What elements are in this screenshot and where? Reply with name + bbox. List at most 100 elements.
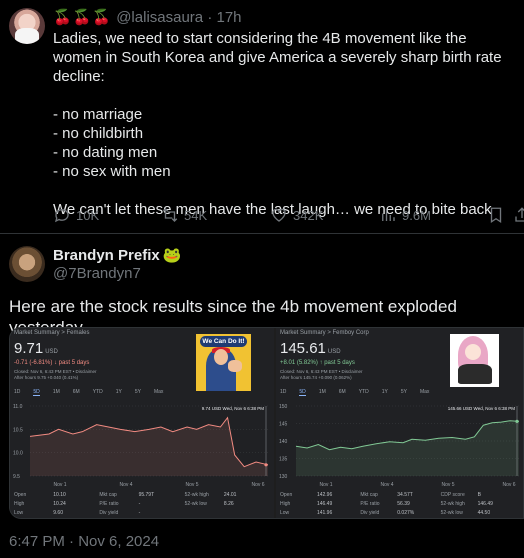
x-tick-label: Nov 5 bbox=[185, 482, 198, 488]
stat-value: B bbox=[477, 491, 481, 498]
stat-label: 52-wk high bbox=[440, 500, 465, 507]
y-tick-label: 140 bbox=[279, 439, 288, 445]
stat-label: 52-wk low bbox=[440, 509, 463, 516]
bookmark-button[interactable] bbox=[487, 206, 505, 224]
range-tab-1y[interactable]: 1Y bbox=[382, 389, 388, 396]
reply-author-name[interactable]: Brandyn Prefix 🐸 bbox=[53, 246, 182, 265]
range-tab-1d[interactable]: 1D bbox=[280, 389, 286, 396]
stat-value: 9.60 bbox=[53, 509, 63, 516]
range-tab-5y[interactable]: 5Y bbox=[135, 389, 141, 396]
stat-label: Div yield bbox=[360, 509, 380, 516]
range-tabs: 1D 5D 1M 6M YTD 1Y 5Y Max bbox=[14, 389, 163, 396]
range-tab-ytd[interactable]: YTD bbox=[93, 389, 103, 396]
y-tick-label: 145 bbox=[279, 422, 288, 428]
stat-value: 44.50 bbox=[477, 509, 491, 516]
range-tab-5d[interactable]: 5D bbox=[33, 389, 40, 396]
hover-point bbox=[264, 463, 268, 467]
x-tick-label: Nov 4 bbox=[119, 482, 132, 488]
frog-emoji: 🐸 bbox=[162, 247, 182, 264]
anime-outfit bbox=[458, 364, 492, 384]
stat-value: 146.49 bbox=[477, 500, 493, 507]
range-tab-1y[interactable]: 1Y bbox=[116, 389, 122, 396]
attached-image[interactable]: Market Summary > Females 9.71 USD -0.71 (… bbox=[9, 327, 524, 519]
series-area bbox=[30, 417, 268, 476]
price-value: 9.71 bbox=[14, 340, 44, 357]
stat-label: P/E ratio bbox=[99, 500, 119, 507]
reply-timestamp[interactable]: 6:47 PM · Nov 6, 2024 bbox=[9, 533, 159, 550]
stat-label: 52-wk high bbox=[184, 491, 209, 498]
y-tick-label: 11.0 bbox=[13, 404, 23, 410]
reply-author-avatar[interactable] bbox=[9, 246, 45, 282]
stat-cell: CDP score B bbox=[441, 492, 521, 498]
views-chart-icon bbox=[382, 209, 395, 221]
range-tab-6m[interactable]: 6M bbox=[73, 389, 80, 396]
repost-count: 54K bbox=[184, 207, 208, 223]
stat-label: Mkt cap bbox=[360, 491, 378, 498]
x-tick-label: Nov 6 bbox=[251, 482, 264, 488]
stat-value: 34.57T bbox=[397, 491, 413, 498]
reply-button[interactable]: 10K bbox=[53, 206, 99, 224]
stat-value: 24.01 bbox=[223, 491, 237, 498]
stat-value: 141.96 bbox=[316, 509, 333, 516]
tweet-actions: 10K 54K 342K 9.6M bbox=[53, 206, 524, 226]
price-change: +8.01 (5.82%) ↑ past 5 days bbox=[280, 360, 355, 366]
stats-table: Open 10.10 Mkt cap 95.79T 52-wk high 24.01 Hig… bbox=[14, 490, 270, 517]
heart-icon bbox=[272, 208, 286, 222]
stats-row: Low 9.60 Div yield - bbox=[14, 508, 270, 517]
price-value: 145.61 bbox=[280, 340, 326, 357]
stock-price: 9.71 USD bbox=[14, 340, 58, 357]
anime-face bbox=[465, 344, 481, 360]
author-handle[interactable]: @lalisasaura bbox=[116, 9, 203, 26]
range-tab-5y[interactable]: 5Y bbox=[401, 389, 407, 396]
tweet: 🍒🍒🍒 @lalisasaura · 17h Ladies, we need t… bbox=[0, 0, 524, 232]
range-tab-6m[interactable]: 6M bbox=[339, 389, 346, 396]
poster-banner: We Can Do It! bbox=[200, 336, 247, 347]
stat-cell: Low 9.60 bbox=[14, 510, 99, 516]
anime-character-image bbox=[450, 334, 499, 387]
stock-price: 145.61 USD bbox=[280, 340, 341, 357]
currency: USD bbox=[327, 349, 341, 355]
stat-cell: Low 141.96 bbox=[280, 510, 360, 516]
stat-value: 0.027% bbox=[397, 509, 415, 516]
stat-cell: Mkt cap 95.79T bbox=[99, 492, 184, 498]
stat-cell: 52-wk high 146.49 bbox=[441, 501, 521, 507]
hover-point bbox=[515, 419, 519, 423]
reply-author-handle[interactable]: @7Brandyn7 bbox=[53, 265, 141, 282]
stats-table: Open 142.96 Mkt cap 34.57T CDP score B High 146… bbox=[280, 490, 521, 517]
views-button[interactable]: 9.6M bbox=[379, 206, 431, 224]
like-count: 342K bbox=[293, 207, 324, 223]
stats-row: Low 141.96 Div yield 0.027% 52-wk low 44.50 bbox=[280, 508, 521, 517]
range-tab-ytd[interactable]: YTD bbox=[359, 389, 369, 396]
y-tick-label: 150 bbox=[279, 404, 288, 410]
x-tick-label: Nov 6 bbox=[502, 482, 515, 488]
repost-button[interactable]: 54K bbox=[161, 206, 207, 224]
range-tab-5d[interactable]: 5D bbox=[299, 389, 306, 396]
range-tab-1d[interactable]: 1D bbox=[14, 389, 20, 396]
stat-cell: Mkt cap 34.57T bbox=[360, 492, 440, 498]
closed-note: Closed: Nov 6, 6:43 PM EST • Disclaimer … bbox=[14, 369, 97, 380]
stat-label: Low bbox=[14, 509, 24, 516]
share-button[interactable] bbox=[513, 206, 524, 224]
like-button[interactable]: 342K bbox=[270, 206, 323, 224]
stat-label: 52-wk low bbox=[184, 500, 207, 507]
reply-display-name[interactable]: Brandyn Prefix bbox=[53, 247, 160, 264]
price-change: -0.71 (-6.81%) ↓ past 5 days bbox=[14, 360, 90, 366]
poster-face bbox=[214, 349, 228, 365]
stats-row: High 146.49 P/E ratio 56.39 52-wk high 146.49 bbox=[280, 499, 521, 508]
x-tick-label: Nov 1 bbox=[53, 482, 66, 488]
range-tab-1m[interactable]: 1M bbox=[53, 389, 60, 396]
range-tab-max[interactable]: Max bbox=[420, 389, 429, 396]
tweet-time[interactable]: 17h bbox=[216, 9, 241, 26]
reply-icon bbox=[54, 209, 69, 223]
price-chart-femboy: 150 145 140 135 130 Nov 1 Nov 4 Nov 5 Nov 6 145.6… bbox=[279, 404, 520, 488]
reply-count: 10K bbox=[76, 207, 100, 223]
stat-value: 8.26 bbox=[223, 500, 234, 507]
author-avatar[interactable] bbox=[9, 8, 45, 44]
range-tab-1m[interactable]: 1M bbox=[319, 389, 326, 396]
range-tab-max[interactable]: Max bbox=[154, 389, 163, 396]
x-tick-label: Nov 1 bbox=[319, 482, 332, 488]
we-can-do-it-poster: We Can Do It! bbox=[196, 334, 251, 391]
stat-label: Open bbox=[14, 491, 27, 498]
display-name-cherries[interactable]: 🍒🍒🍒 bbox=[53, 9, 112, 26]
separator-dot: · bbox=[207, 9, 213, 26]
